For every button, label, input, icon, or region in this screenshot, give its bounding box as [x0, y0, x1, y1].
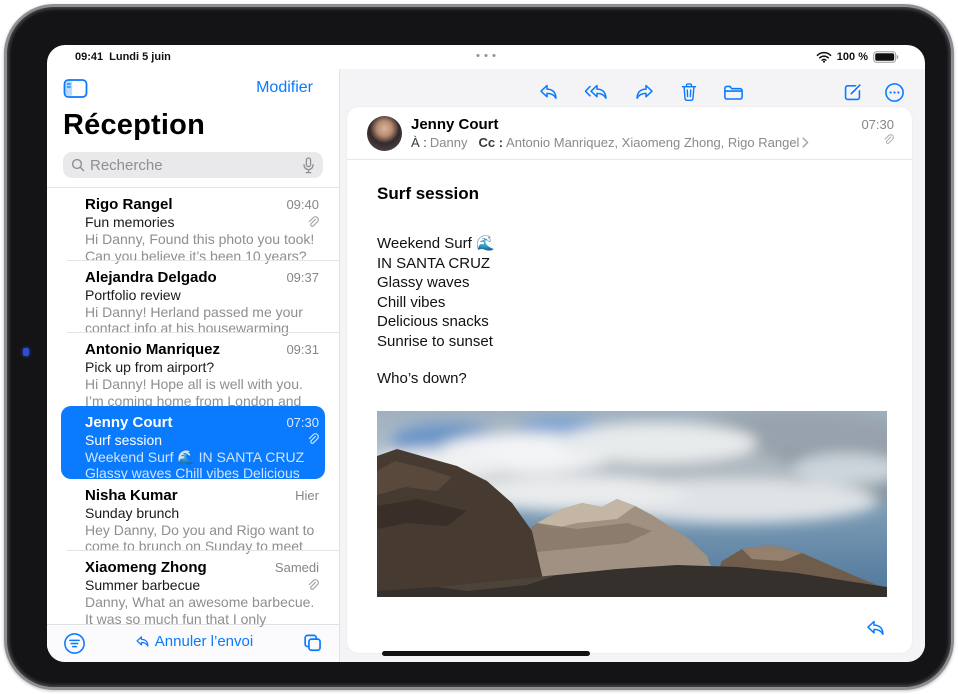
sidebar-toggle-icon[interactable]	[63, 78, 88, 99]
email-preview: Danny, What an awesome barbecue. It was …	[85, 594, 319, 627]
paperclip-icon	[306, 579, 319, 592]
trash-button[interactable]	[680, 82, 698, 102]
email-subject: Pick up from airport?	[85, 359, 214, 375]
sender-name: Antonio Manriquez	[85, 341, 220, 358]
closing-line: Who’s down?	[377, 370, 882, 387]
message-sender-name: Jenny Court	[411, 116, 892, 133]
status-date: Lundi 5 juin	[109, 51, 171, 63]
message-subject: Surf session	[377, 184, 882, 204]
filter-icon[interactable]	[63, 632, 86, 655]
email-time: Samedi	[275, 560, 319, 575]
email-list: Rigo Rangel 09:40 Fun memories Hi Danny, …	[47, 187, 339, 624]
email-preview: Hi Danny, Found this photo you took! Can…	[85, 231, 319, 264]
message-card: Jenny Court À : Danny Cc : Antonio Manri…	[347, 107, 912, 653]
email-time: 09:31	[286, 342, 319, 357]
to-label: À :	[411, 135, 427, 150]
reply-all-button[interactable]	[584, 83, 609, 101]
battery-percent: 100 %	[837, 51, 868, 63]
sidebar-footer-bar: Annuler l’envoi	[47, 624, 339, 663]
status-bar: 09:41 Lundi 5 juin 100 %	[47, 45, 925, 69]
cc-label: Cc :	[478, 135, 503, 150]
email-time: Hier	[295, 488, 319, 503]
windows-copy-icon[interactable]	[302, 632, 323, 653]
undo-send-button[interactable]: Annuler l’envoi	[135, 633, 253, 650]
edit-button[interactable]: Modifier	[256, 79, 323, 97]
paperclip-icon	[306, 216, 319, 229]
microphone-icon[interactable]	[302, 157, 315, 174]
message-pane: Jenny Court À : Danny Cc : Antonio Manri…	[340, 69, 925, 662]
email-subject: Surf session	[85, 432, 162, 448]
sidebar-header: Modifier Réception	[47, 69, 339, 178]
home-indicator[interactable]	[382, 651, 590, 656]
email-row-jenny-court-selected[interactable]: Jenny Court 07:30 Surf session Weekend Su…	[61, 406, 325, 479]
more-ellipsis-icon[interactable]	[884, 82, 905, 103]
mailbox-sidebar: Modifier Réception	[47, 69, 340, 662]
undo-arrow-icon	[135, 635, 150, 648]
email-time: 07:30	[286, 415, 319, 430]
reply-button[interactable]	[538, 83, 559, 101]
email-time: 09:40	[286, 197, 319, 212]
chevron-right-icon	[802, 137, 809, 148]
email-preview: Hey Danny, Do you and Rigo want to come …	[85, 522, 319, 555]
body-line: Chill vibes	[377, 293, 882, 313]
bezel-blue-dot	[23, 348, 29, 356]
status-right: 100 %	[816, 51, 899, 63]
email-row-xiaomeng-zhong[interactable]: Xiaomeng Zhong Samedi Summer barbecue Dan…	[47, 551, 339, 624]
multitasking-dots-handle[interactable]	[477, 54, 496, 57]
paperclip-icon	[306, 433, 319, 446]
wifi-icon	[816, 51, 832, 63]
sender-name: Alejandra Delgado	[85, 269, 217, 286]
email-subject: Sunday brunch	[85, 505, 179, 521]
sender-name: Nisha Kumar	[85, 487, 178, 504]
email-row-rigo-rangel[interactable]: Rigo Rangel 09:40 Fun memories Hi Danny, …	[47, 188, 339, 261]
status-time: 09:41	[75, 51, 103, 63]
battery-icon	[873, 51, 899, 63]
search-input[interactable]	[90, 157, 297, 174]
email-subject: Portfolio review	[85, 287, 181, 303]
email-subject: Fun memories	[85, 214, 174, 230]
folder-button[interactable]	[723, 84, 744, 101]
message-body: Surf session Weekend Surf 🌊 IN SANTA CRU…	[347, 160, 912, 597]
email-preview: Hi Danny! Hope all is well with you. I’m…	[85, 376, 319, 409]
search-field[interactable]	[63, 152, 323, 178]
search-icon	[71, 158, 85, 172]
message-header: Jenny Court À : Danny Cc : Antonio Manri…	[347, 107, 912, 160]
body-line: Glassy waves	[377, 273, 882, 293]
sender-name: Xiaomeng Zhong	[85, 559, 207, 576]
email-subject: Summer barbecue	[85, 577, 200, 593]
message-time: 07:30	[861, 117, 894, 132]
forward-button[interactable]	[634, 83, 655, 101]
body-line: Sunrise to sunset	[377, 332, 882, 352]
email-preview: Hi Danny! Herland passed me your contact…	[85, 304, 319, 337]
mailbox-title: Réception	[63, 109, 323, 142]
compose-button[interactable]	[842, 82, 863, 103]
body-line: IN SANTA CRUZ	[377, 254, 882, 274]
status-time-date: 09:41 Lundi 5 juin	[75, 51, 177, 63]
email-preview: Weekend Surf 🌊 IN SANTA CRUZ Glassy wave…	[85, 449, 319, 482]
recipients-line[interactable]: À : Danny Cc : Antonio Manriquez, Xiaome…	[411, 135, 892, 150]
sender-avatar[interactable]	[367, 116, 402, 151]
screen: 09:41 Lundi 5 juin 100 %	[47, 45, 925, 662]
email-row-alejandra-delgado[interactable]: Alejandra Delgado09:37 Portfolio review …	[47, 261, 339, 334]
email-row-nisha-kumar[interactable]: Nisha Kumar Hier Sunday brunch Hey Danny,…	[47, 479, 339, 552]
body-line: Delicious snacks	[377, 312, 882, 332]
email-row-antonio-manriquez[interactable]: Antonio Manriquez 09:31 Pick up from airp…	[47, 333, 339, 406]
attachment-photo-coastal[interactable]	[377, 411, 887, 597]
ipad-mail-screenshot: 09:41 Lundi 5 juin 100 %	[0, 0, 958, 694]
email-time: 09:37	[286, 270, 319, 285]
ipad-device-frame: 09:41 Lundi 5 juin 100 %	[4, 4, 954, 690]
reply-icon[interactable]	[865, 619, 886, 637]
cc-recipients: Antonio Manriquez, Xiaomeng Zhong, Rigo …	[506, 135, 799, 150]
sender-name: Jenny Court	[85, 414, 173, 431]
sender-name: Rigo Rangel	[85, 196, 173, 213]
to-recipient: Danny	[430, 135, 468, 150]
split-view: Modifier Réception	[47, 69, 925, 662]
body-line: Weekend Surf 🌊	[377, 234, 882, 254]
attachment-paperclip-icon	[861, 134, 894, 146]
